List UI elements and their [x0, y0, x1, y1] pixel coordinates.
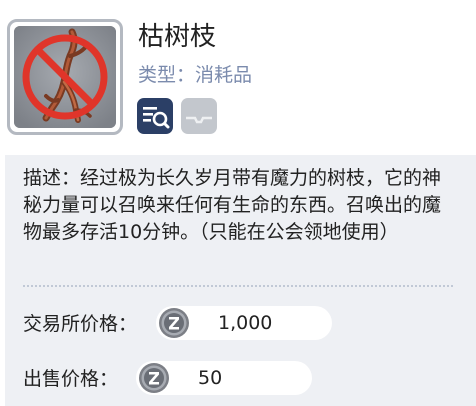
tray-icon[interactable]: [181, 98, 217, 134]
sell-price-label: 出售价格：: [23, 368, 119, 390]
item-status-icons: [137, 98, 217, 134]
sell-price-value: 50: [198, 367, 223, 389]
item-description: 描述：经过极为长久岁月带有魔力的树枝，它的神秘力量可以召唤来任何有生命的东西。召…: [23, 167, 442, 243]
sell-price-field: 50: [136, 361, 312, 395]
item-type: 类型：消耗品: [138, 62, 252, 88]
divider: [23, 285, 453, 287]
exchange-price-value: 1,000: [218, 312, 273, 334]
withered-branch-prohibited-icon: [14, 26, 116, 128]
item-icon: [14, 26, 116, 128]
item-type-label: 类型：: [138, 64, 196, 86]
exchange-price-field: 1,000: [156, 306, 332, 340]
item-detail-panel: 描述：经过极为长久岁月带有魔力的树枝，它的神秘力量可以召唤来任何有生命的东西。召…: [5, 155, 476, 406]
z-coin-icon: [159, 308, 189, 338]
exchange-price-label: 交易所价格：: [23, 313, 138, 335]
inspect-icon[interactable]: [137, 98, 173, 134]
item-header: 枯树枝 类型：消耗品: [0, 0, 476, 148]
item-icon-frame[interactable]: [7, 19, 123, 135]
item-name: 枯树枝: [138, 22, 217, 52]
item-type-value: 消耗品: [195, 64, 253, 86]
z-coin-icon: [139, 363, 169, 393]
